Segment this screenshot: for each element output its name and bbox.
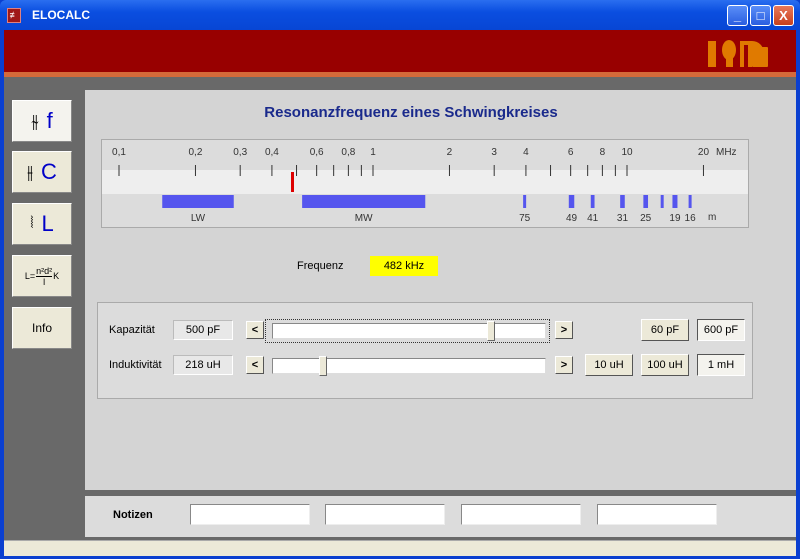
notes-label: Notizen bbox=[113, 509, 153, 521]
tick-label: 6 bbox=[568, 147, 574, 158]
close-button[interactable]: X bbox=[773, 5, 794, 26]
coil-icon: ⦚ bbox=[30, 215, 33, 233]
sidebar-item-info[interactable]: Info bbox=[12, 307, 72, 349]
unit-label: MHz bbox=[716, 147, 737, 158]
capacity-increase-button[interactable]: > bbox=[555, 321, 573, 339]
note-field-3[interactable] bbox=[461, 504, 581, 525]
band-label: 16 bbox=[685, 213, 697, 224]
window-title: ELOCALC bbox=[32, 8, 90, 22]
sidebar-item-coil[interactable]: ⦚L bbox=[12, 203, 72, 245]
note-field-1[interactable] bbox=[190, 504, 310, 525]
sidebar-item-label: L bbox=[42, 211, 54, 237]
page-title: Resonanzfrequenz eines Schwingkreises bbox=[85, 104, 737, 121]
sidebar-item-label: f bbox=[47, 108, 53, 134]
frequency-label: Frequenz bbox=[297, 260, 343, 272]
inductance-value: 218 uH bbox=[173, 355, 233, 375]
band-label: 19 bbox=[669, 213, 681, 224]
tick-label: 8 bbox=[600, 147, 606, 158]
formula-denominator: l bbox=[43, 277, 45, 287]
inductance-label: Induktivität bbox=[109, 359, 162, 371]
inductance-increase-button[interactable]: > bbox=[555, 356, 573, 374]
preset-1mh-button[interactable]: 1 mH bbox=[697, 354, 745, 376]
tick-label: 0,2 bbox=[189, 147, 203, 158]
controls-panel bbox=[97, 302, 753, 399]
frequency-scale-chart: 0,1 0,2 0,3 0,4 0,6 0,8 1 2 3 4 6 8 10 20 LW MW 75 49 41 31… bbox=[101, 139, 749, 228]
logo-icon bbox=[706, 39, 770, 67]
scale-band-area bbox=[102, 170, 748, 194]
band-label: 41 bbox=[587, 213, 599, 224]
preset-60pf-button[interactable]: 60 pF bbox=[641, 319, 689, 341]
app-icon: ≢ bbox=[7, 8, 21, 23]
tick-label: 0,3 bbox=[233, 147, 247, 158]
band-bar bbox=[162, 195, 234, 208]
banner-divider bbox=[4, 72, 796, 77]
band-label: MW bbox=[355, 213, 373, 224]
formula-numerator: n²d² bbox=[36, 266, 52, 277]
preset-600pf-button[interactable]: 600 pF bbox=[697, 319, 745, 341]
tick-label: 0,6 bbox=[310, 147, 324, 158]
capacity-slider[interactable] bbox=[272, 323, 546, 339]
band-bar bbox=[591, 195, 595, 208]
status-bar bbox=[4, 540, 796, 556]
frequency-marker bbox=[291, 172, 294, 192]
band-bar bbox=[569, 195, 574, 208]
band-unit-label: m bbox=[708, 212, 716, 223]
band-bar bbox=[643, 195, 648, 208]
band-bar bbox=[672, 195, 677, 208]
note-field-4[interactable] bbox=[597, 504, 717, 525]
band-label: 25 bbox=[640, 213, 652, 224]
band-bar bbox=[689, 195, 692, 208]
tick-label: 20 bbox=[698, 147, 710, 158]
formula-left: L= bbox=[25, 271, 35, 281]
capacity-label: Kapazität bbox=[109, 324, 155, 336]
capacity-decrease-button[interactable]: < bbox=[246, 321, 264, 339]
banner bbox=[4, 30, 796, 72]
maximize-button[interactable]: □ bbox=[750, 5, 771, 26]
sidebar-item-label: Info bbox=[32, 321, 52, 335]
band-label: 75 bbox=[519, 213, 531, 224]
lc-circuit-icon: ⫳ bbox=[31, 111, 38, 132]
tick-label: 2 bbox=[447, 147, 453, 158]
formula-fraction: n²d²l bbox=[36, 266, 52, 287]
variable-capacitor-icon: ⫲ bbox=[27, 162, 33, 183]
tick-label: 3 bbox=[491, 147, 497, 158]
band-bar bbox=[523, 195, 526, 208]
tick-label: 0,1 bbox=[112, 147, 126, 158]
preset-10uh-button[interactable]: 10 uH bbox=[585, 354, 633, 376]
minimize-button[interactable]: _ bbox=[727, 5, 748, 26]
sidebar-item-capacitor[interactable]: ⫲C bbox=[12, 151, 72, 193]
inductance-decrease-button[interactable]: < bbox=[246, 356, 264, 374]
band-label: 49 bbox=[566, 213, 578, 224]
formula-k: K bbox=[53, 271, 59, 281]
tick-label: 4 bbox=[523, 147, 529, 158]
band-bar bbox=[302, 195, 425, 208]
inductance-slider[interactable] bbox=[272, 358, 546, 374]
title-bar[interactable] bbox=[0, 0, 800, 30]
tick-label: 0,4 bbox=[265, 147, 279, 158]
sidebar-item-coil-formula[interactable]: L= n²d²l K bbox=[12, 255, 72, 297]
band-label: LW bbox=[191, 213, 206, 224]
preset-100uh-button[interactable]: 100 uH bbox=[641, 354, 689, 376]
tick-label: 10 bbox=[621, 147, 633, 158]
sidebar-item-label: C bbox=[41, 159, 57, 185]
band-bar bbox=[620, 195, 625, 208]
band-bar bbox=[661, 195, 664, 208]
sidebar-item-frequency[interactable]: ⫳f bbox=[12, 100, 72, 142]
capacity-slider-thumb[interactable] bbox=[487, 321, 495, 341]
frequency-value: 482 kHz bbox=[370, 256, 438, 276]
note-field-2[interactable] bbox=[325, 504, 445, 525]
tick-label: 0,8 bbox=[341, 147, 355, 158]
tick-label: 1 bbox=[370, 147, 376, 158]
capacity-value: 500 pF bbox=[173, 320, 233, 340]
band-label: 31 bbox=[617, 213, 629, 224]
inductance-slider-thumb[interactable] bbox=[319, 356, 327, 376]
